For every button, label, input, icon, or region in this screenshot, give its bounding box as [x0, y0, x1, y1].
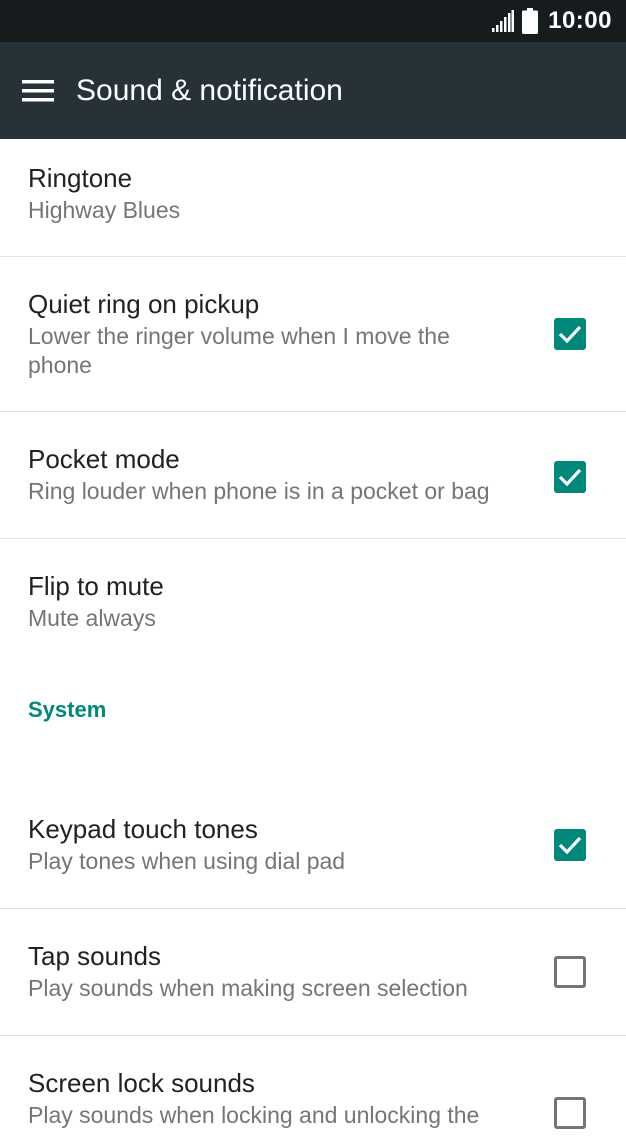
setting-ringtone[interactable]: Ringtone Highway Blues	[0, 139, 626, 257]
setting-title: Flip to mute	[28, 571, 164, 601]
setting-text: Pocket mode Ring louder when phone is in…	[28, 442, 516, 506]
setting-text: Tap sounds Play sounds when making scree…	[28, 939, 516, 1003]
setting-subtitle: Highway Blues	[28, 197, 181, 223]
section-label: System	[28, 697, 107, 722]
setting-title: Tap sounds	[28, 941, 161, 971]
quiet-ring-checkbox[interactable]	[554, 318, 586, 350]
setting-text: Keypad touch tones Play tones when using…	[28, 812, 516, 876]
tap-sounds-checkbox[interactable]	[554, 956, 586, 988]
setting-text: Quiet ring on pickup Lower the ringer vo…	[28, 287, 486, 380]
checkmark-icon	[558, 836, 582, 855]
clock: 10:00	[548, 7, 612, 34]
settings-list: Ringtone Highway Blues Quiet ring on pic…	[0, 139, 626, 1146]
setting-subtitle: Play sounds when locking and unlocking t…	[28, 1102, 480, 1128]
setting-text: Ringtone Highway Blues	[28, 161, 516, 225]
setting-text: Flip to mute Mute always	[28, 569, 516, 633]
signal-icon	[492, 10, 515, 32]
pocket-mode-checkbox[interactable]	[554, 461, 586, 493]
setting-pocket-mode[interactable]: Pocket mode Ring louder when phone is in…	[0, 412, 626, 539]
section-header-system: System	[0, 666, 626, 782]
setting-tap-sounds[interactable]: Tap sounds Play sounds when making scree…	[0, 909, 626, 1036]
screen-lock-sounds-checkbox[interactable]	[554, 1097, 586, 1129]
page-title: Sound & notification	[76, 73, 343, 107]
checkmark-icon	[558, 468, 582, 487]
setting-title: Pocket mode	[28, 444, 180, 474]
toolbar: Sound & notification	[0, 42, 626, 139]
setting-subtitle: Lower the ringer volume when I move the …	[28, 323, 450, 378]
setting-subtitle: Ring louder when phone is in a pocket or…	[28, 478, 490, 504]
setting-title: Ringtone	[28, 163, 133, 193]
setting-subtitle: Play sounds when making screen selection	[28, 975, 468, 1001]
battery-icon	[522, 8, 539, 34]
setting-title: Screen lock sounds	[28, 1068, 255, 1098]
hamburger-menu-icon[interactable]	[22, 79, 54, 102]
setting-screen-lock-sounds[interactable]: Screen lock sounds Play sounds when lock…	[0, 1036, 626, 1146]
setting-text: Screen lock sounds Play sounds when lock…	[28, 1066, 516, 1130]
checkmark-icon	[558, 325, 582, 344]
setting-title: Quiet ring on pickup	[28, 289, 260, 319]
setting-flip-to-mute[interactable]: Flip to mute Mute always	[0, 539, 626, 666]
setting-keypad-touch-tones[interactable]: Keypad touch tones Play tones when using…	[0, 782, 626, 909]
setting-subtitle: Mute always	[28, 605, 156, 631]
status-bar: 10:00	[0, 0, 626, 42]
setting-title: Keypad touch tones	[28, 814, 258, 844]
status-icons: 10:00	[492, 0, 612, 42]
keypad-touch-tones-checkbox[interactable]	[554, 829, 586, 861]
setting-quiet-ring-on-pickup[interactable]: Quiet ring on pickup Lower the ringer vo…	[0, 257, 626, 412]
setting-subtitle: Play tones when using dial pad	[28, 848, 346, 874]
